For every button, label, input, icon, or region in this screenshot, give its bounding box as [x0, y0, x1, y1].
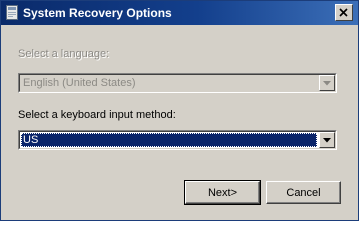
language-select-field: English (United States)	[19, 74, 336, 92]
cancel-button[interactable]: Cancel	[266, 181, 341, 204]
next-button[interactable]: Next>	[184, 180, 261, 205]
recovery-dialog: System Recovery Options Select a languag…	[0, 0, 359, 221]
keyboard-dropdown-button[interactable]	[319, 132, 335, 148]
keyboard-label: Select a keyboard input method:	[18, 109, 176, 121]
close-button[interactable]	[335, 4, 353, 21]
chevron-down-icon	[323, 138, 331, 143]
language-label: Select a language:	[18, 48, 110, 60]
keyboard-select-field: US	[19, 131, 336, 149]
recovery-app-icon	[6, 5, 18, 20]
window-title: System Recovery Options	[23, 6, 172, 20]
language-select[interactable]: English (United States)	[18, 73, 337, 93]
language-select-value: English (United States)	[23, 77, 136, 89]
language-dropdown-button[interactable]	[319, 75, 335, 91]
title-bar[interactable]: System Recovery Options	[1, 1, 358, 25]
keyboard-select-value: US	[21, 133, 317, 147]
keyboard-select[interactable]: US	[18, 130, 337, 150]
close-icon	[339, 8, 348, 17]
chevron-down-icon	[323, 81, 331, 86]
